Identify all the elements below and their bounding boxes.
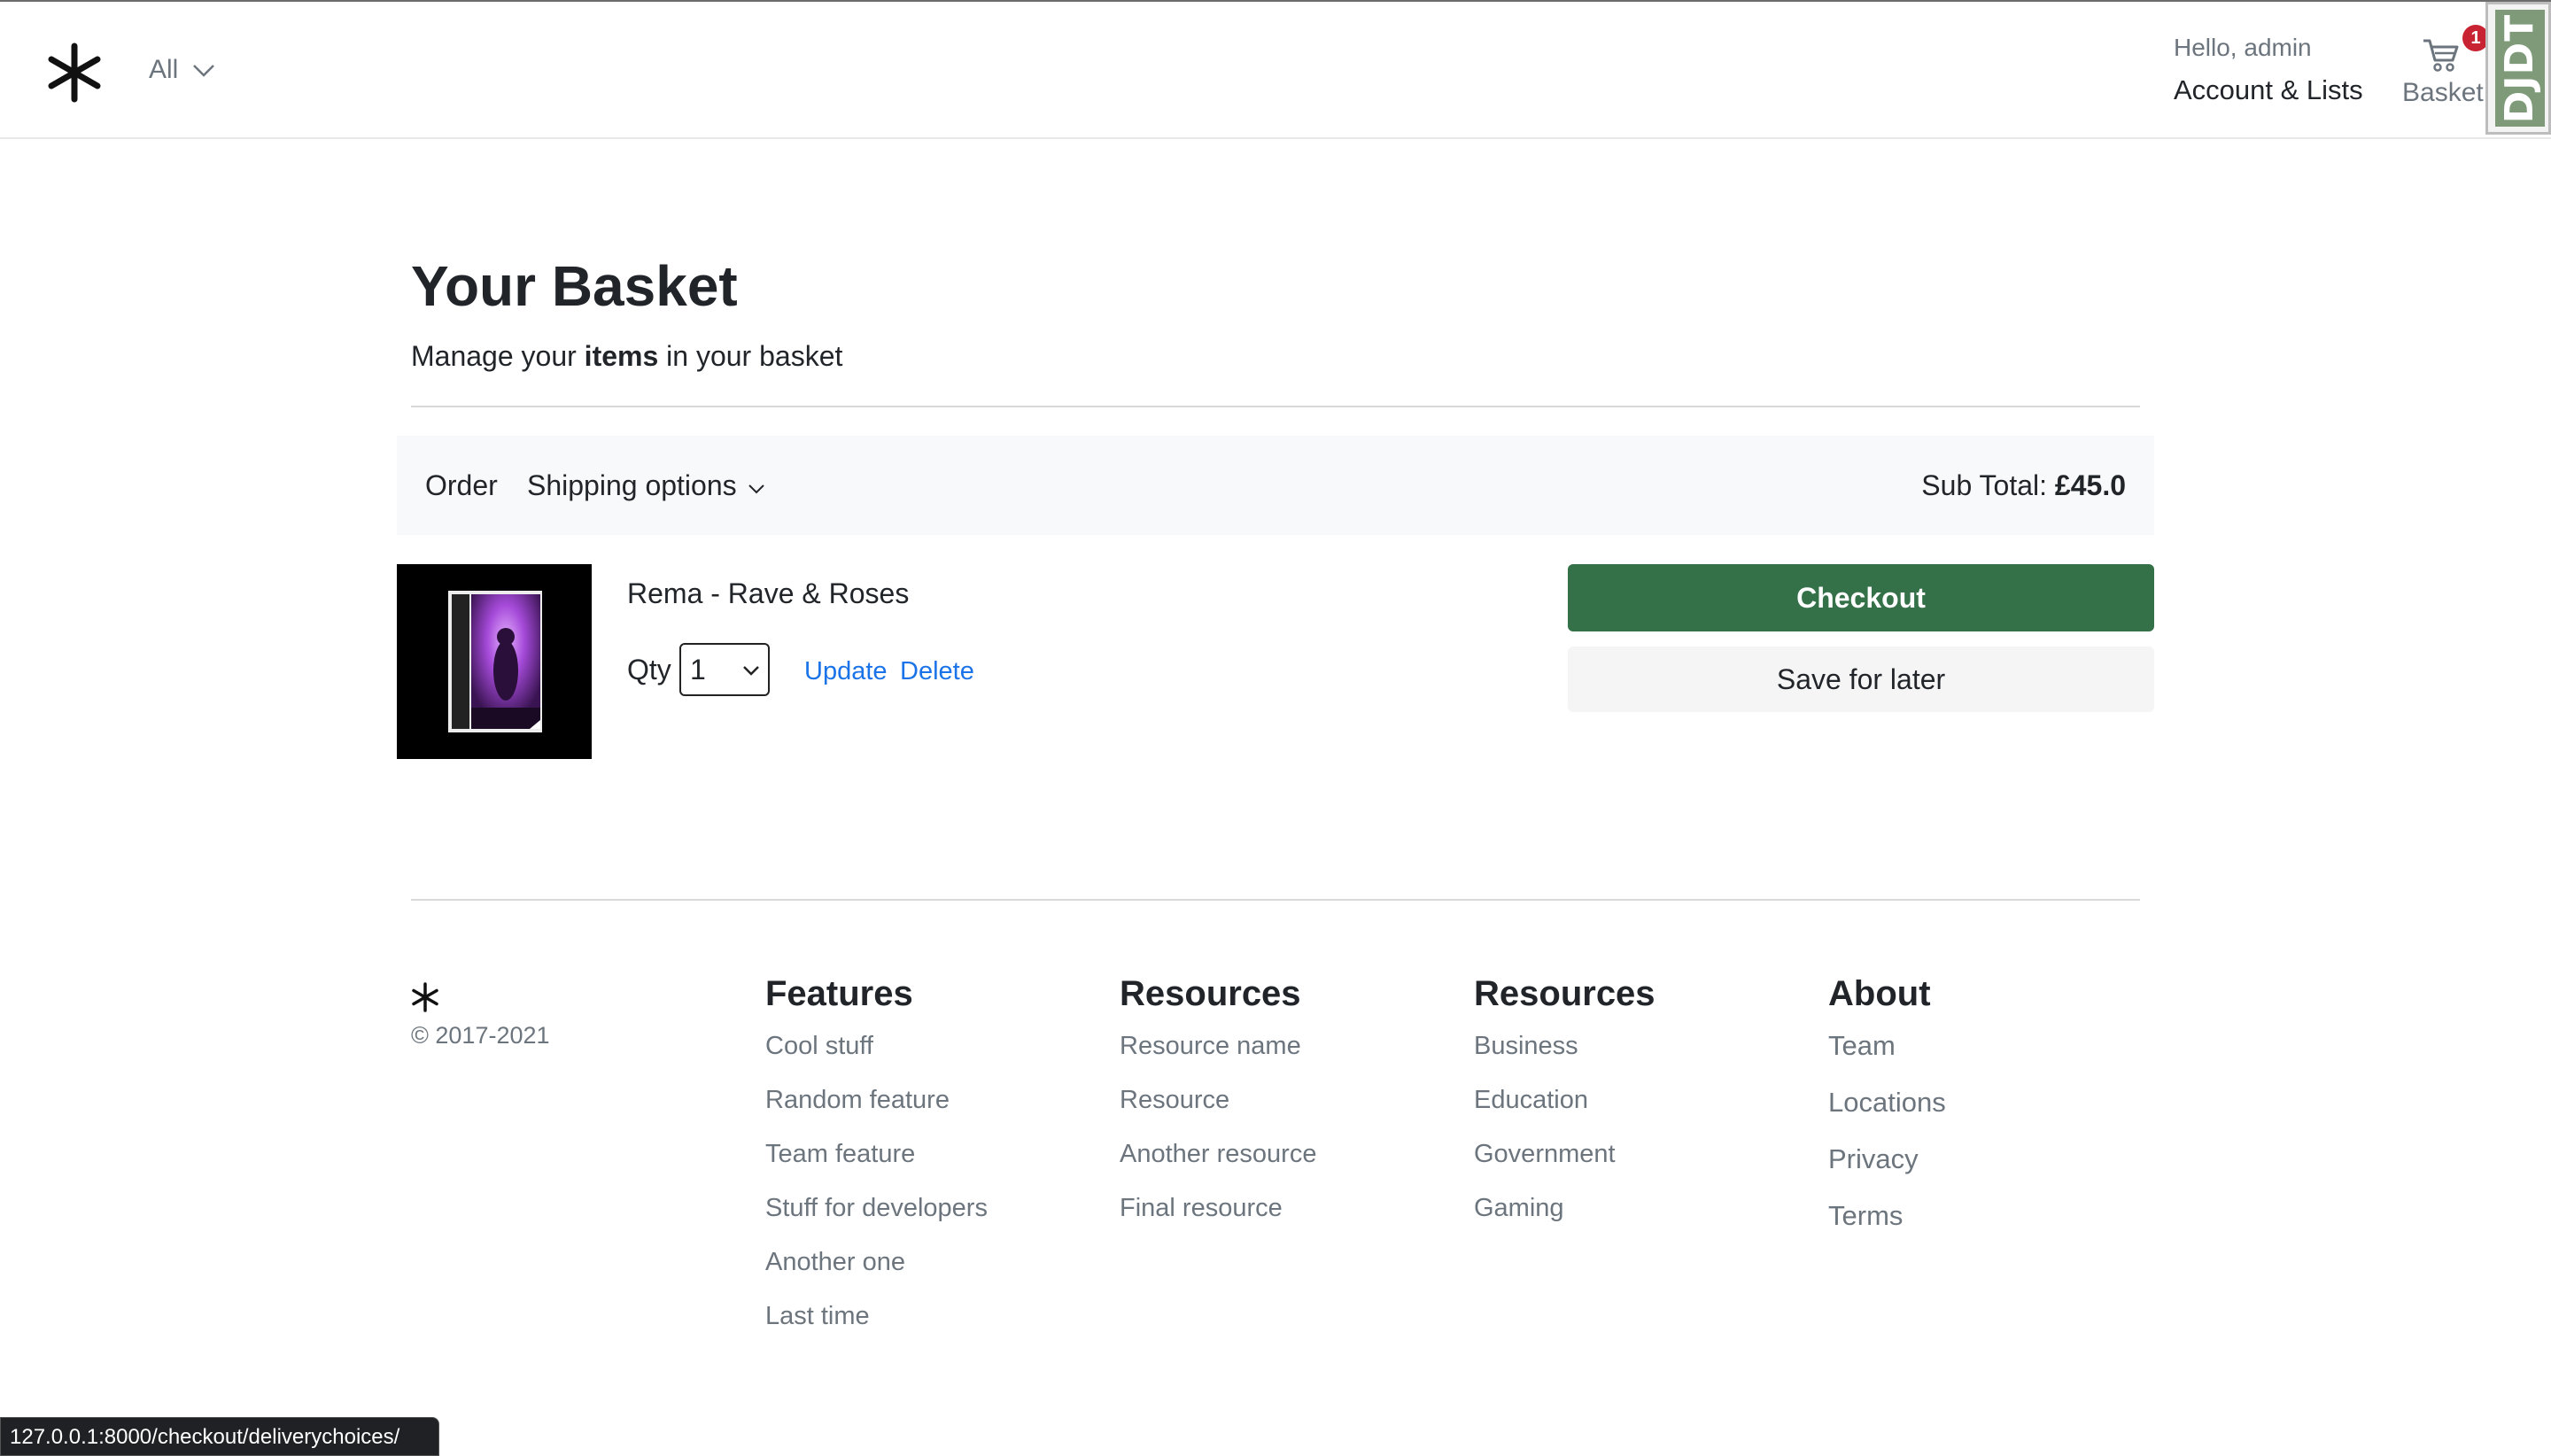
update-link[interactable]: Update — [804, 657, 888, 686]
footer-link[interactable]: Cool stuff — [765, 1028, 988, 1082]
product-image[interactable] — [397, 564, 592, 759]
footer-link[interactable]: Last time — [765, 1298, 988, 1352]
footer-link[interactable]: Government — [1474, 1136, 1655, 1190]
account-lists-link[interactable]: Account & Lists — [2174, 74, 2363, 106]
footer-link[interactable]: Terms — [1828, 1198, 1946, 1255]
subtitle-suffix: in your basket — [658, 340, 843, 372]
divider — [411, 899, 2140, 901]
browser-status-url: 127.0.0.1:8000/checkout/deliverychoices/ — [0, 1417, 439, 1456]
account-menu[interactable]: Hello, admin Account & Lists — [2174, 34, 2363, 106]
footer-link[interactable]: Team feature — [765, 1136, 988, 1190]
subtotal: Sub Total: £45.0 — [1921, 469, 2126, 502]
footer-link[interactable]: Resource — [1120, 1082, 1316, 1136]
footer-link[interactable]: Final resource — [1120, 1190, 1316, 1244]
checkout-button[interactable]: Checkout — [1568, 564, 2154, 631]
footer-heading: Resources — [1120, 974, 1301, 1013]
chevron-down-icon — [748, 484, 764, 493]
save-for-later-button[interactable]: Save for later — [1568, 647, 2154, 712]
debug-toolbar-logo: DJDT — [2495, 10, 2545, 127]
footer-column-resources-2: Resources Business Education Government … — [1474, 974, 1655, 1244]
subtitle-prefix: Manage your — [411, 340, 585, 372]
footer-link[interactable]: Team — [1828, 1028, 1946, 1085]
footer-link[interactable]: Privacy — [1828, 1142, 1946, 1198]
subtitle-bold: items — [584, 340, 659, 372]
footer-link[interactable]: Business — [1474, 1028, 1655, 1082]
footer-column-resources: Resources Resource name Resource Another… — [1120, 974, 1316, 1244]
basket-button[interactable]: 1 Basket — [2402, 25, 2491, 113]
footer-heading: About — [1828, 974, 1931, 1013]
product-name[interactable]: Rema - Rave & Roses — [627, 577, 909, 610]
order-bar: Order Shipping options Sub Total: £45.0 — [397, 436, 2154, 535]
footer-link[interactable]: Another one — [765, 1244, 988, 1298]
album-cover-image — [397, 564, 592, 759]
qty-select[interactable]: 1 — [679, 643, 770, 696]
footer-column-about: About Team Locations Privacy Terms — [1828, 974, 1946, 1255]
order-label: Order — [425, 469, 498, 501]
qty-value: 1 — [690, 654, 706, 685]
page-subtitle: Manage your items in your basket — [411, 340, 842, 373]
debug-toolbar-handle[interactable]: DJDT — [2485, 2, 2551, 135]
footer-link[interactable]: Stuff for developers — [765, 1190, 988, 1244]
top-navbar: All Hello, admin Account & Lists 1 Baske… — [0, 0, 2551, 139]
footer-link[interactable]: Random feature — [765, 1082, 988, 1136]
shopping-cart-icon — [2423, 39, 2459, 72]
chevron-down-icon — [193, 65, 215, 77]
page-title: Your Basket — [411, 254, 738, 318]
category-dropdown-label: All — [149, 55, 179, 84]
footer-link[interactable]: Locations — [1828, 1085, 1946, 1142]
footer-link[interactable]: Resource name — [1120, 1028, 1316, 1082]
basket-label: Basket — [2402, 78, 2484, 107]
subtotal-label: Sub Total: — [1921, 469, 2055, 501]
shipping-options-label: Shipping options — [527, 469, 737, 501]
footer-heading: Resources — [1474, 974, 1655, 1013]
shipping-options-dropdown[interactable]: Shipping options — [527, 469, 767, 502]
subtotal-value: £45.0 — [2054, 469, 2126, 501]
category-dropdown[interactable]: All — [149, 55, 217, 85]
chevron-down-icon — [743, 666, 759, 676]
divider — [411, 406, 2140, 407]
account-greeting: Hello, admin — [2174, 34, 2312, 61]
asterisk-logo-icon[interactable] — [43, 41, 106, 105]
debug-toolbar-label: DJDT — [2497, 13, 2543, 123]
footer-column-features: Features Cool stuff Random feature Team … — [765, 974, 988, 1352]
qty-label: Qty — [627, 654, 671, 685]
footer-link[interactable]: Education — [1474, 1082, 1655, 1136]
delete-link[interactable]: Delete — [900, 657, 974, 686]
footer-link[interactable]: Another resource — [1120, 1136, 1316, 1190]
footer-heading: Features — [765, 974, 913, 1013]
asterisk-logo-icon[interactable] — [409, 981, 441, 1013]
footer-link[interactable]: Gaming — [1474, 1190, 1655, 1244]
copyright: © 2017-2021 — [411, 1022, 550, 1049]
